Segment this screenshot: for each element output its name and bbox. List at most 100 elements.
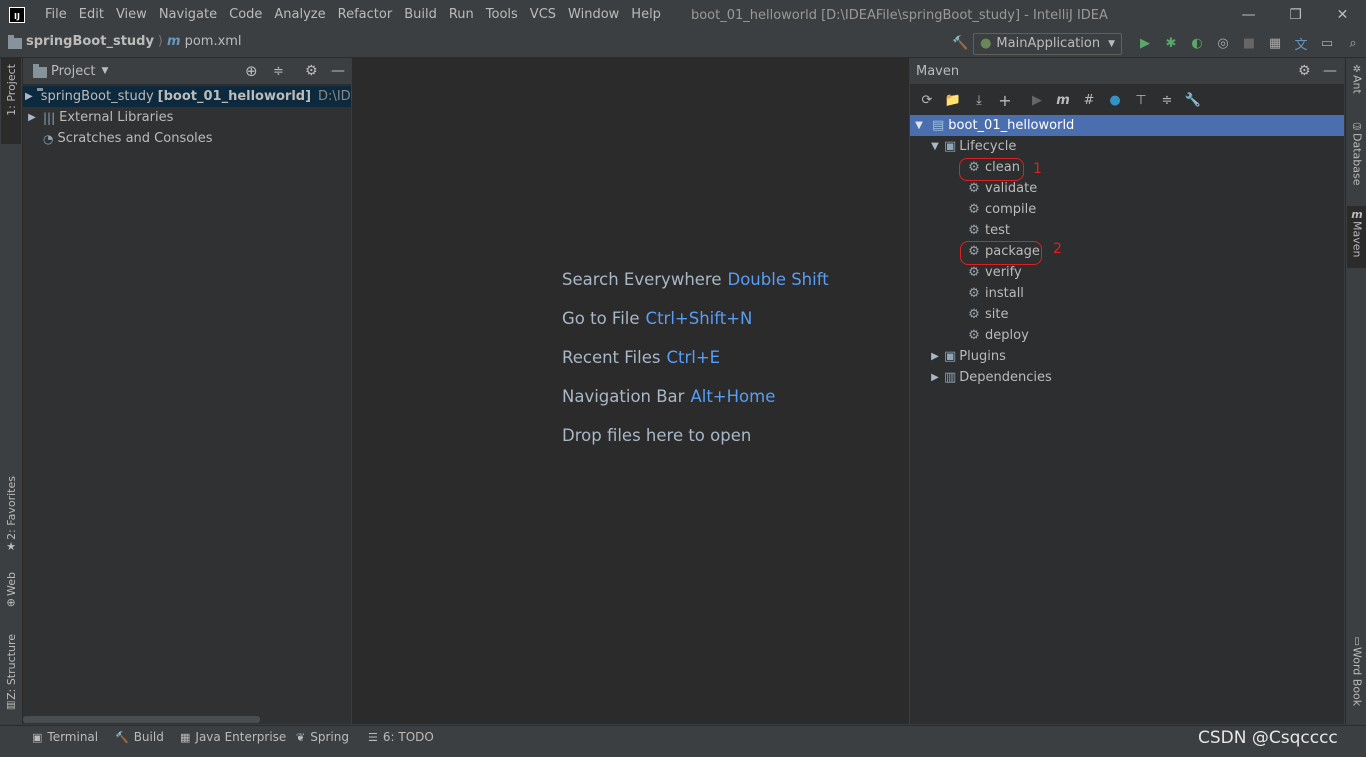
maven-dependencies-item[interactable]: ▶ ▥ Dependencies xyxy=(910,367,1344,388)
libraries-icon: ||| xyxy=(43,110,56,125)
menu-code[interactable]: Code xyxy=(223,0,268,30)
debug-icon[interactable]: ✱ xyxy=(1158,33,1184,55)
lifecycle-goal-install[interactable]: ⚙ install xyxy=(910,283,1344,304)
word-book-tool-tab[interactable]: ▯ Word Book xyxy=(1347,636,1366,706)
todo-tab[interactable]: ☰ 6: TODO xyxy=(368,730,434,744)
lifecycle-goal-site[interactable]: ⚙ site xyxy=(910,304,1344,325)
expand-arrow-icon[interactable]: ▶ xyxy=(928,351,942,362)
breadcrumb-file[interactable]: pom.xml xyxy=(185,34,242,49)
favorites-tool-tab[interactable]: 2: Favorites ★ xyxy=(1,476,21,553)
search-icon[interactable]: ⌕ xyxy=(1340,33,1366,55)
todo-list-icon: ☰ xyxy=(368,730,378,744)
gear-icon[interactable]: ⚙ xyxy=(305,63,318,79)
menu-file[interactable]: File xyxy=(39,0,73,30)
stop-icon[interactable]: ■ xyxy=(1236,33,1262,55)
spring-tab[interactable]: ❦ Spring xyxy=(296,730,349,744)
menu-build[interactable]: Build xyxy=(398,0,443,30)
lifecycle-goal-validate[interactable]: ⚙ validate xyxy=(910,178,1344,199)
skip-tests-icon[interactable]: ● xyxy=(1102,89,1128,111)
lifecycle-goal-compile[interactable]: ⚙ compile xyxy=(910,199,1344,220)
collapse-all-icon[interactable]: ≑ xyxy=(1154,89,1180,111)
gear-icon: ⚙ xyxy=(968,286,980,301)
project-tool-tab[interactable]: 1: Project xyxy=(1,58,21,144)
menu-navigate[interactable]: Navigate xyxy=(153,0,223,30)
spring-boot-icon: ● xyxy=(980,36,992,51)
wrench-icon[interactable]: 🔧 xyxy=(1180,89,1206,111)
menu-edit[interactable]: Edit xyxy=(73,0,110,30)
maven-module-icon: ▤ xyxy=(932,118,945,133)
java-enterprise-tab[interactable]: ▦ Java Enterprise xyxy=(180,730,286,744)
chevron-down-icon[interactable]: ▼ xyxy=(101,66,108,76)
plus-icon[interactable]: + xyxy=(992,89,1018,111)
web-tool-tab[interactable]: Web ⊕ xyxy=(1,572,21,609)
collapse-arrow-icon[interactable]: ▼ xyxy=(912,120,926,131)
tree-item-external-libraries[interactable]: ▶ ||| External Libraries xyxy=(23,107,351,128)
lifecycle-goal-deploy[interactable]: ⚙ deploy xyxy=(910,325,1344,346)
menu-window[interactable]: Window xyxy=(562,0,625,30)
database-tool-tab[interactable]: ⛁ Database xyxy=(1347,122,1366,186)
breadcrumb-project[interactable]: springBoot_study xyxy=(26,34,154,49)
maven-tool-tab[interactable]: m Maven xyxy=(1347,206,1366,268)
dependencies-icon: ▥ xyxy=(944,370,957,385)
gear-icon[interactable]: ⚙ xyxy=(1298,63,1311,79)
project-panel: Project ▼ ⊕ ≑ ⚙ — ▶ springBoot_study [bo… xyxy=(23,58,375,724)
menu-analyze[interactable]: Analyze xyxy=(268,0,331,30)
collapse-arrow-icon[interactable]: ▼ xyxy=(928,141,942,152)
download-sources-icon[interactable]: ⤓ xyxy=(966,89,992,111)
menu-tools[interactable]: Tools xyxy=(480,0,524,30)
presentation-mode-icon[interactable]: ▭ xyxy=(1314,33,1340,55)
lifecycle-goal-test[interactable]: ⚙ test xyxy=(910,220,1344,241)
structure-tool-tab[interactable]: Z: Structure ▤ xyxy=(1,634,21,711)
gear-icon: ⚙ xyxy=(968,223,980,238)
tree-item-project-root[interactable]: ▶ springBoot_study [boot_01_helloworld] … xyxy=(23,86,375,107)
left-tool-stripe: 1: Project 2: Favorites ★ Web ⊕ Z: Struc… xyxy=(0,58,23,724)
menu-vcs[interactable]: VCS xyxy=(524,0,562,30)
hammer-icon: 🔨 xyxy=(115,730,129,744)
project-structure-icon[interactable]: ▦ xyxy=(1262,33,1288,55)
execute-maven-goal-icon[interactable]: m xyxy=(1050,89,1076,111)
toggle-offline-icon[interactable]: # xyxy=(1076,89,1102,111)
show-dependencies-icon[interactable]: ⊤ xyxy=(1128,89,1154,111)
translate-icon[interactable]: 文 xyxy=(1288,33,1314,55)
external-libraries-label: External Libraries xyxy=(59,110,174,125)
title-bar: IJ File Edit View Navigate Code Analyze … xyxy=(0,0,1366,30)
menu-view[interactable]: View xyxy=(110,0,153,30)
project-root-label: springBoot_study xyxy=(40,89,154,104)
navigation-bar: springBoot_study ⟩ m pom.xml 🔨 ● MainApp… xyxy=(0,30,1366,58)
plugins-icon: ▣ xyxy=(944,349,957,364)
build-tab[interactable]: 🔨 Build xyxy=(115,730,164,744)
hide-panel-icon[interactable]: — xyxy=(1323,63,1337,79)
collapse-all-icon[interactable]: ≑ xyxy=(273,64,284,79)
project-panel-title[interactable]: Project xyxy=(51,64,95,79)
annotation-number-2: 2 xyxy=(1053,241,1062,257)
menu-run[interactable]: Run xyxy=(443,0,480,30)
csdn-watermark: CSDN @Csqcccc xyxy=(1198,728,1338,748)
expand-arrow-icon[interactable]: ▶ xyxy=(25,91,33,102)
expand-arrow-icon[interactable]: ▶ xyxy=(25,112,39,123)
locate-icon[interactable]: ⊕ xyxy=(245,62,258,80)
minimize-button[interactable]: — xyxy=(1225,0,1272,30)
horizontal-scrollbar[interactable] xyxy=(23,716,260,723)
coverage-icon[interactable]: ◐ xyxy=(1184,33,1210,55)
add-maven-projects-icon[interactable]: 📁 xyxy=(940,89,966,111)
maven-root-item[interactable]: ▼ ▤ boot_01_helloworld xyxy=(910,115,1344,136)
hide-panel-icon[interactable]: — xyxy=(331,63,345,79)
lifecycle-goal-verify[interactable]: ⚙ verify xyxy=(910,262,1344,283)
profile-icon[interactable]: ◎ xyxy=(1210,33,1236,55)
restore-button[interactable]: ❐ xyxy=(1272,0,1319,30)
menu-refactor[interactable]: Refactor xyxy=(332,0,399,30)
maven-plugins-item[interactable]: ▶ ▣ Plugins xyxy=(910,346,1344,367)
run-icon[interactable]: ▶ xyxy=(1132,33,1158,55)
ant-tool-tab[interactable]: ✲ Ant xyxy=(1347,64,1366,94)
tree-item-scratches[interactable]: ◔ Scratches and Consoles xyxy=(23,128,351,149)
build-hammer-icon[interactable]: 🔨 xyxy=(947,33,973,55)
run-maven-build-icon[interactable]: ▶ xyxy=(1024,89,1050,111)
maven-lifecycle-item[interactable]: ▼ ▣ Lifecycle xyxy=(910,136,1344,157)
run-configuration-select[interactable]: ● MainApplication ▼ xyxy=(973,32,1122,55)
expand-arrow-icon[interactable]: ▶ xyxy=(928,372,942,383)
reload-icon[interactable]: ⟳ xyxy=(914,89,940,111)
terminal-tab[interactable]: ▣ Terminal xyxy=(32,730,98,744)
close-window-button[interactable]: ✕ xyxy=(1319,0,1366,30)
editor-empty-area[interactable]: Search Everywhere Double Shift Go to File… xyxy=(352,58,909,724)
menu-help[interactable]: Help xyxy=(625,0,667,30)
